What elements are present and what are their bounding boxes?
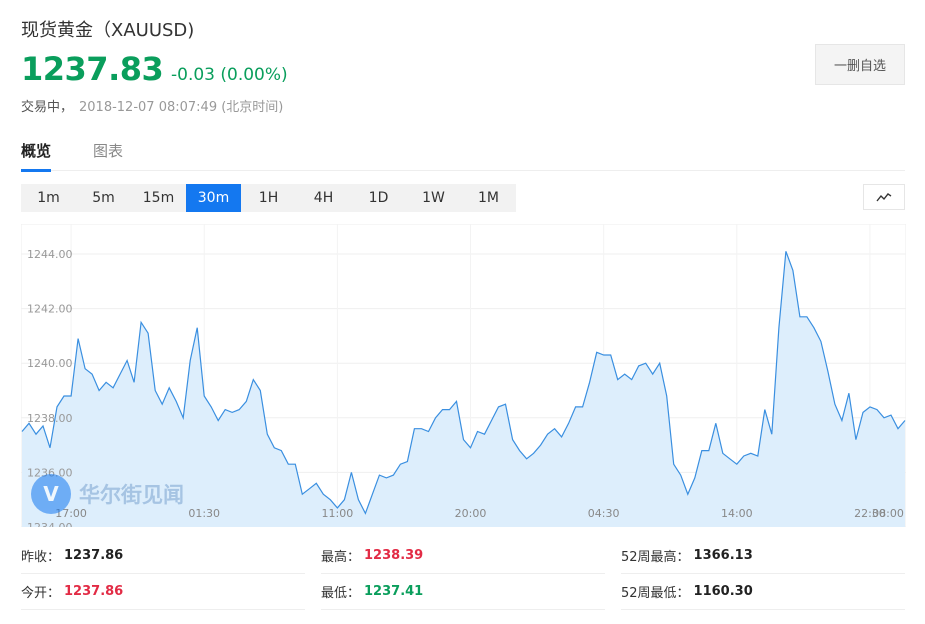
line-chart-icon	[876, 193, 892, 202]
y-tick-label: 1240.00	[27, 357, 73, 370]
remove-watchlist-button[interactable]: 一删自选	[815, 44, 905, 85]
trading-status: 交易中， 2018-12-07 08:07:49 (北京时间)	[21, 96, 283, 115]
tab-overview[interactable]: 概览	[21, 140, 52, 172]
interval-1w[interactable]: 1W	[406, 184, 461, 212]
stat-label: 昨收：	[21, 550, 61, 565]
price-chart: 1244.001242.001240.001238.001236.001234.…	[20, 223, 907, 534]
chart-type-toggle[interactable]	[863, 184, 905, 210]
x-tick-label: 20:00	[455, 507, 487, 520]
interval-selector: 1m 5m 15m 30m 1H 4H 1D 1W 1M	[21, 184, 516, 212]
interval-1h[interactable]: 1H	[241, 184, 296, 212]
tab-chart[interactable]: 图表	[93, 140, 123, 169]
stat-value: 1237.86	[64, 548, 124, 563]
y-tick-label: 1244.00	[27, 248, 73, 261]
last-price: 1237.83	[21, 50, 164, 88]
stat-label: 52周最高：	[621, 550, 690, 565]
stat-value: 1237.86	[64, 584, 124, 599]
stat-52w-low: 52周最低： 1160.30	[621, 574, 905, 610]
y-tick-label: 1242.00	[27, 303, 73, 316]
instrument-title: 现货黄金（XAUUSD)	[21, 20, 195, 41]
stat-label: 52周最低：	[621, 586, 690, 601]
interval-1d[interactable]: 1D	[351, 184, 406, 212]
watermark-logo-glyph: V	[43, 482, 59, 506]
watermark-text: 华尔街见闻	[79, 483, 184, 507]
x-tick-label: 14:00	[721, 507, 753, 520]
y-tick-label: 1234.00	[27, 521, 73, 527]
interval-30m[interactable]: 30m	[186, 184, 241, 212]
x-tick-label: 11:00	[322, 507, 354, 520]
stat-open: 今开： 1237.86	[21, 574, 305, 610]
stat-label: 最高：	[321, 550, 361, 565]
quote-timestamp: 2018-12-07 08:07:49 (北京时间)	[79, 100, 284, 115]
stat-high: 最高： 1238.39	[321, 538, 605, 574]
stat-low: 最低： 1237.41	[321, 574, 605, 610]
stat-value: 1366.13	[693, 548, 753, 563]
y-tick-label: 1238.00	[27, 412, 73, 425]
price-change: -0.03 (0.00%)	[171, 65, 288, 85]
interval-1m[interactable]: 1m	[21, 184, 76, 212]
trading-status-label: 交易中，	[21, 100, 74, 115]
interval-4h[interactable]: 4H	[296, 184, 351, 212]
stat-label: 今开：	[21, 586, 61, 601]
price-chart-svg: 1244.001242.001240.001238.001236.001234.…	[20, 223, 907, 534]
stat-value: 1160.30	[693, 584, 753, 599]
stat-value: 1238.39	[364, 548, 424, 563]
tab-bar: 概览 图表	[21, 140, 905, 172]
stat-prev-close: 昨收： 1237.86	[21, 538, 305, 574]
x-tick-label: 01:30	[188, 507, 220, 520]
x-tick-label: 04:30	[588, 507, 620, 520]
interval-15m[interactable]: 15m	[131, 184, 186, 212]
interval-5m[interactable]: 5m	[76, 184, 131, 212]
x-tick-label: 08:00	[872, 507, 904, 520]
stat-label: 最低：	[321, 586, 361, 601]
interval-1mo[interactable]: 1M	[461, 184, 516, 212]
stat-52w-high: 52周最高： 1366.13	[621, 538, 905, 574]
stat-value: 1237.41	[364, 584, 424, 599]
